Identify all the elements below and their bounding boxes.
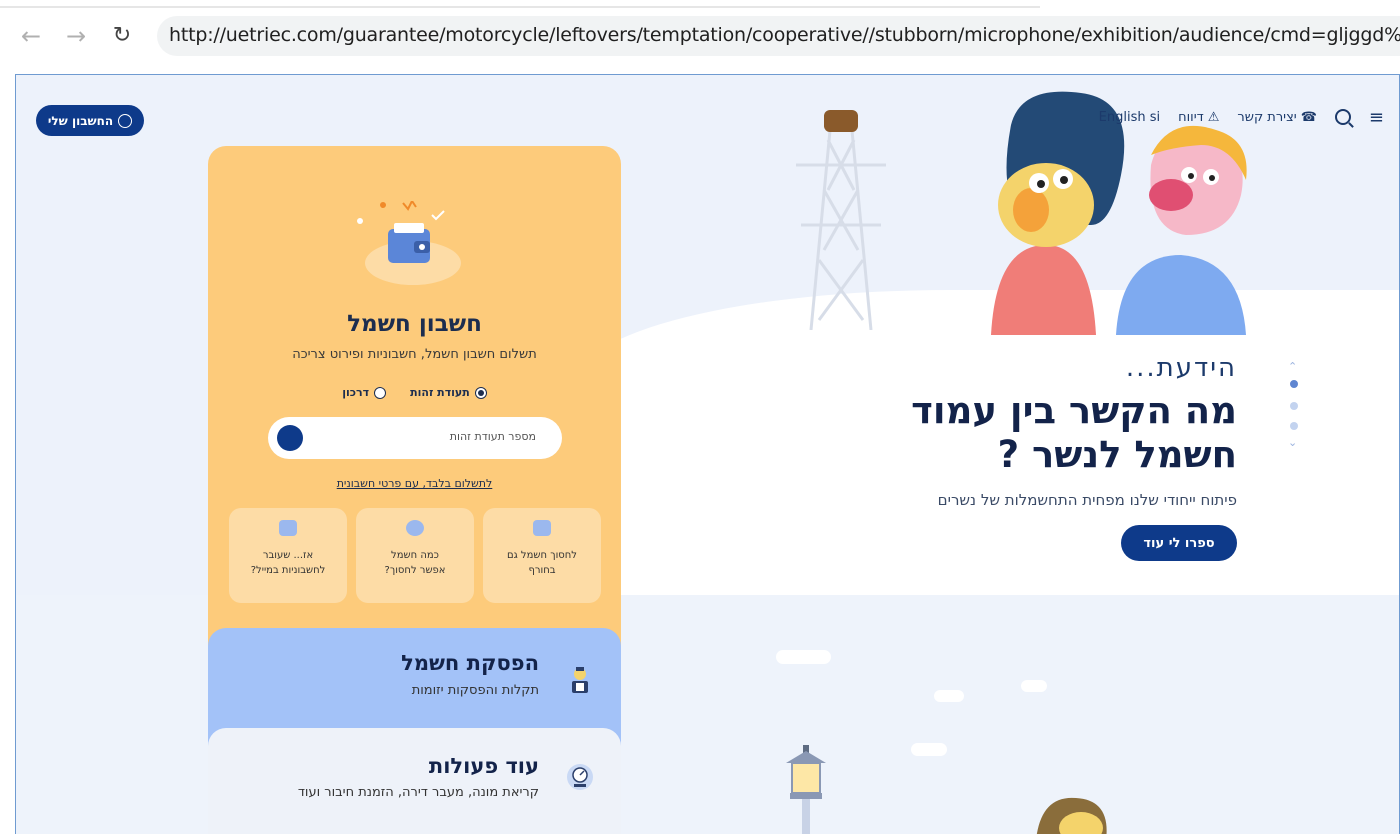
hero-section: הידעת... מה הקשר בין עמוד חשמל לנשר ? פי… — [737, 353, 1237, 561]
cloud-decoration — [911, 743, 947, 756]
warning-icon: ⚠ — [1207, 109, 1220, 125]
english-label: English si — [1098, 109, 1161, 125]
tile-line: כמה חשמל — [391, 550, 439, 561]
tile-text: כמה חשמל אפשר לחסוך? — [364, 548, 466, 578]
bill-card: חשבון חשמל תשלום חשבון חשמל, חשבוניות ופ… — [208, 146, 621, 646]
user-icon — [118, 113, 133, 128]
tile-how-much-save[interactable]: כמה חשמל אפשר לחסוך? — [356, 508, 474, 603]
tile-text: לחסוך חשמל גם בחורף — [491, 548, 593, 578]
hero-title: מה הקשר בין עמוד חשמל לנשר ? — [737, 389, 1237, 477]
carousel-pagination: ⌃ ⌄ — [1286, 361, 1302, 452]
tile-email-invoices[interactable]: אז... שעובר לחשבוניות במייל? — [229, 508, 347, 603]
browser-toolbar: ← → ↻ http://uetriec.com/guarantee/motor… — [0, 0, 1400, 70]
more-actions-subtitle: קריאת מונה, מעבר דירה, הזמנת חיבור ועוד — [297, 785, 539, 800]
url-text: http://uetriec.com/guarantee/motorcycle/… — [169, 24, 1400, 46]
carousel-dot[interactable] — [1290, 380, 1298, 388]
hero-eyebrow: הידעת... — [1125, 353, 1237, 383]
outage-title: הפסקת חשמל — [401, 651, 539, 675]
tile-line: לחסוך חשמל גם — [506, 550, 577, 561]
chevron-up-icon[interactable]: ⌃ — [1288, 361, 1297, 372]
character-partial-illustration — [1036, 797, 1107, 834]
gauge-icon — [406, 520, 424, 536]
id-number-placeholder: מספר תעודת זהות — [449, 430, 536, 443]
power-tower-illustration — [796, 110, 886, 330]
radio-passport-label: דרכון — [342, 386, 370, 399]
bill-title: חשבון חשמל — [347, 311, 482, 337]
radio-button[interactable] — [374, 386, 387, 399]
radio-id-label: תעודת זהות — [410, 386, 470, 399]
cloud-decoration — [1021, 680, 1047, 692]
electricity-bill-panel: חשבון חשמל תשלום חשבון חשמל, חשבוניות ופ… — [208, 146, 621, 834]
tile-line: אז... שעובר — [262, 550, 314, 561]
menu-icon[interactable]: ≡ — [1369, 107, 1384, 128]
carousel-dot[interactable] — [1290, 422, 1298, 430]
hero-title-line1: מה הקשר בין עמוד — [911, 389, 1237, 432]
tab-strip-line — [0, 6, 1040, 8]
contact-label: יצירת קשר — [1237, 109, 1297, 125]
outage-subtitle: תקלות והפסקות יזומות — [411, 683, 539, 698]
account-label: החשבון שלי — [47, 113, 114, 128]
technician-icon — [572, 667, 588, 693]
tile-save-winter[interactable]: לחסוך חשמל גם בחורף — [483, 508, 601, 603]
street-lamp-illustration — [786, 745, 826, 834]
carousel-dot[interactable] — [1290, 402, 1298, 410]
address-bar[interactable]: http://uetriec.com/guarantee/motorcycle/… — [157, 16, 1400, 56]
cloud-decoration — [934, 690, 964, 702]
id-type-selector: תעודת זהות דרכון — [208, 386, 621, 399]
more-actions-title: עוד פעולות — [428, 754, 539, 778]
submit-button[interactable] — [277, 425, 303, 451]
id-number-input[interactable]: מספר תעודת זהות — [268, 417, 562, 459]
hero-subtitle: פיתוח ייחודי שלנו מפחית התחשמלות של נשרי… — [937, 491, 1237, 509]
my-account-button[interactable]: החשבון שלי — [36, 105, 144, 136]
english-site-link[interactable]: English si — [1099, 110, 1160, 125]
chevron-down-icon[interactable]: ⌄ — [1288, 437, 1297, 448]
arrow-right-icon[interactable]: → — [62, 22, 90, 50]
headset-icon: ☎ — [1300, 109, 1317, 125]
contact-link[interactable]: ☎ יצירת קשר — [1237, 110, 1317, 125]
email-icon — [279, 520, 297, 536]
arrow-left-icon[interactable]: ← — [17, 22, 45, 50]
meter-icon — [567, 764, 593, 790]
hero-title-line2: חשמל לנשר ? — [997, 433, 1237, 476]
search-button[interactable] — [1334, 109, 1351, 125]
top-navigation: ≡ ☎ יצירת קשר ⚠ דיווח English si — [1099, 105, 1384, 129]
tell-me-more-button[interactable]: ספרו לי עוד — [1121, 525, 1237, 561]
tile-line: אפשר לחסוך? — [384, 565, 446, 576]
tile-text: אז... שעובר לחשבוניות במייל? — [237, 548, 339, 578]
pay-only-link[interactable]: לתשלום בלבד, עם פרטי חשבונית — [208, 477, 621, 490]
reload-icon[interactable]: ↻ — [108, 22, 136, 50]
tile-line: לחשבוניות במייל? — [250, 565, 326, 576]
reports-label: דיווח — [1178, 109, 1204, 125]
radio-passport[interactable]: דרכון — [342, 386, 387, 399]
more-actions-card[interactable]: עוד פעולות קריאת מונה, מעבר דירה, הזמנת … — [208, 728, 621, 834]
radio-id-card[interactable]: תעודת זהות — [410, 386, 487, 399]
calculator-icon — [533, 520, 551, 536]
cloud-decoration — [776, 650, 831, 664]
search-icon — [1334, 109, 1351, 125]
quick-tiles: לחסוך חשמל גם בחורף כמה חשמל אפשר לחסוך?… — [229, 508, 601, 603]
radio-button-selected[interactable] — [474, 386, 487, 399]
bill-subtitle: תשלום חשבון חשמל, חשבוניות ופירוט צריכה — [292, 347, 537, 362]
reports-link[interactable]: ⚠ דיווח — [1178, 110, 1219, 125]
tile-line: בחורף — [528, 565, 556, 576]
page-viewport: ≡ ☎ יצירת קשר ⚠ דיווח English si החשבון … — [15, 74, 1400, 834]
wallet-icon — [357, 201, 461, 285]
